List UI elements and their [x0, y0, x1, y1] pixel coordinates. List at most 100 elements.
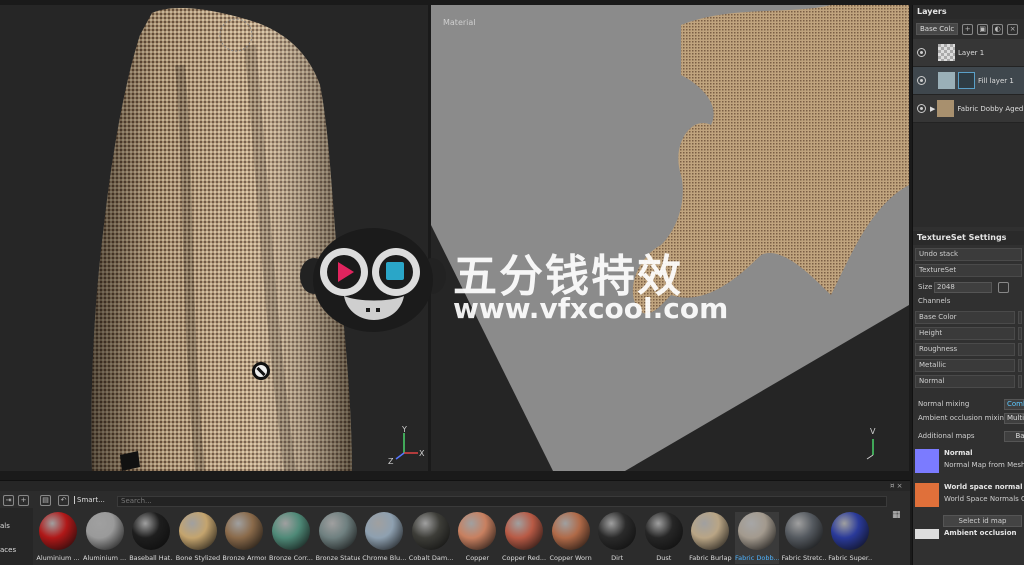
channel-select[interactable]: Base Colc	[916, 23, 959, 35]
size-select[interactable]: 2048	[934, 282, 992, 293]
undo-stack-button[interactable]: Undo stack	[915, 248, 1022, 261]
material-item[interactable]: Bone Stylized	[176, 512, 220, 564]
channel-row[interactable]: Roughness	[915, 343, 1022, 356]
layer-row[interactable]: Fill layer 1	[913, 67, 1024, 95]
viewport-2d[interactable]: Material V	[431, 5, 909, 471]
layer-name: Fill layer 1	[978, 76, 1014, 85]
material-label: Bronze Corr...	[269, 554, 313, 562]
additional-maps-row: Additional maps Ba	[913, 429, 1024, 443]
map-title: Ambient occlusion	[944, 529, 1017, 537]
material-label: Aluminium ...	[83, 554, 127, 562]
material-label: Fabric Stretc...	[781, 554, 826, 562]
add-fill-layer-icon[interactable]: ▣	[977, 23, 989, 35]
visibility-eye-icon[interactable]	[917, 76, 926, 85]
shelf-filter-icon[interactable]: ▤	[40, 495, 51, 506]
grid-view-icon[interactable]: ▦	[892, 510, 901, 520]
category-item[interactable]: aces	[0, 546, 16, 554]
material-label: Bone Stylized	[175, 554, 220, 562]
material-item[interactable]: Cobalt Dam...	[409, 512, 453, 564]
monkey-logo-icon	[300, 228, 446, 332]
material-label: Baseball Hat...	[129, 554, 174, 562]
material-preview-ball	[132, 512, 171, 550]
channel-row[interactable]: Metallic	[915, 359, 1022, 372]
axis-y-label: Y	[402, 425, 407, 434]
material-item[interactable]: Dirt	[595, 512, 639, 564]
shelf-menu-icon[interactable]: ¤ ×	[890, 482, 903, 490]
shelf-import-icon[interactable]: ⇥	[3, 495, 14, 506]
layers-title: Layers	[913, 5, 1024, 19]
channel-name: Base Color	[915, 311, 1015, 324]
material-item[interactable]: Chrome Blu...	[362, 512, 406, 564]
map-row-world-space-normal[interactable]: World space normal World Space Normals C…	[913, 481, 1024, 515]
material-item[interactable]: Fabric Burlap	[688, 512, 732, 564]
add-mask-icon[interactable]: ◐	[992, 23, 1004, 35]
material-preview-ball	[225, 512, 264, 550]
layer-name: Layer 1	[958, 48, 985, 57]
add-layer-icon[interactable]: +	[962, 23, 974, 35]
textureset-select[interactable]: TextureSet	[915, 264, 1022, 277]
material-item[interactable]: Dust	[642, 512, 686, 564]
textureset-title: TextureSet Settings	[913, 231, 1024, 245]
material-preview-ball	[318, 512, 357, 550]
ao-mixing-select[interactable]: Multip	[1004, 413, 1024, 424]
additional-maps-label: Additional maps	[918, 432, 975, 440]
shelf-toolbar: ⇥ + ▤ ↶ Smart... Search... ▦	[0, 494, 910, 520]
map-row-ambient-occlusion[interactable]: Ambient occlusion	[913, 527, 1024, 541]
channel-format-select[interactable]	[1018, 327, 1022, 340]
channel-name: Roughness	[915, 343, 1015, 356]
material-item[interactable]: Aluminium ...	[83, 512, 127, 564]
material-preview-ball	[85, 512, 124, 550]
axis-x-label: X	[419, 449, 425, 458]
category-item[interactable]: als	[0, 522, 10, 530]
map-title: World space normal	[944, 483, 1023, 491]
material-item[interactable]: Fabric Stretc...	[782, 512, 826, 564]
layer-thumbnail	[937, 100, 955, 117]
normal-mixing-select[interactable]: Combi	[1004, 399, 1024, 410]
material-item[interactable]: Bronze Armor	[222, 512, 266, 564]
map-row-normal[interactable]: Normal Normal Map from Mesh N	[913, 447, 1024, 481]
shelf-search-input[interactable]: Search...	[117, 496, 887, 507]
channels-label: Channels	[918, 297, 951, 305]
channel-format-select[interactable]	[1018, 375, 1022, 388]
material-label: Dust	[656, 554, 672, 562]
material-item[interactable]: Copper Red...	[502, 512, 546, 564]
material-item[interactable]: Bronze Statue	[316, 512, 360, 564]
delete-layer-icon[interactable]: ×	[1007, 23, 1019, 35]
select-id-map-button[interactable]: Select id map	[943, 515, 1022, 527]
layer-row[interactable]: Layer 1	[913, 39, 1024, 67]
folder-expand-icon[interactable]: ▶	[930, 105, 935, 113]
channel-row[interactable]: Normal	[915, 375, 1022, 388]
material-item[interactable]: Copper Worn	[549, 512, 593, 564]
material-label: Fabric Dobb...	[735, 554, 779, 562]
material-item[interactable]: Baseball Hat...	[129, 512, 173, 564]
channel-format-select[interactable]	[1018, 311, 1022, 324]
material-item[interactable]: Fabric Dobb...	[735, 512, 779, 564]
material-item[interactable]: Aluminium ...	[36, 512, 80, 564]
axis-z-label: Z	[388, 457, 394, 466]
material-item[interactable]: Copper	[455, 512, 499, 564]
layer-thumbnail	[938, 72, 955, 89]
ao-mixing-label: Ambient occlusion mixing	[918, 414, 1009, 422]
shelf-tab-smart[interactable]: Smart...	[74, 496, 105, 504]
channel-format-select[interactable]	[1018, 359, 1022, 372]
material-preview-ball	[644, 512, 683, 550]
lock-icon[interactable]	[998, 282, 1009, 293]
material-item[interactable]: Fabric Super...	[828, 512, 872, 564]
bake-maps-button[interactable]: Ba	[1004, 431, 1024, 442]
visibility-eye-icon[interactable]	[917, 48, 926, 57]
shelf-add-icon[interactable]: +	[18, 495, 29, 506]
material-preview-ball	[691, 512, 730, 550]
channel-name: Metallic	[915, 359, 1015, 372]
visibility-eye-icon[interactable]	[917, 104, 926, 113]
layers-toolbar: Base Colc + ▣ ◐ ×	[913, 19, 1024, 39]
channel-format-select[interactable]	[1018, 343, 1022, 356]
channel-row[interactable]: Height	[915, 327, 1022, 340]
layer-row[interactable]: ▶ Fabric Dobby Aged	[913, 95, 1024, 123]
material-item[interactable]: Bronze Corr...	[269, 512, 313, 564]
layer-mask-thumbnail	[958, 72, 975, 89]
watermark-url: www.vfxcool.com	[453, 292, 729, 325]
material-label: Copper	[465, 554, 490, 562]
right-panel: Layers Base Colc + ▣ ◐ × Layer 1 Fill la…	[912, 5, 1024, 565]
shelf-back-icon[interactable]: ↶	[58, 495, 69, 506]
channel-row[interactable]: Base Color	[915, 311, 1022, 324]
